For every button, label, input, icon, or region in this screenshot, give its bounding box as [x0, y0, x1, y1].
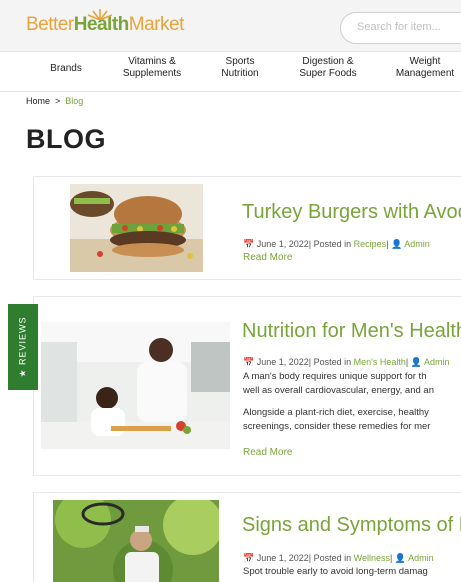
post-author-link[interactable]: Admin: [408, 553, 434, 563]
nav-item-digestion[interactable]: Digestion & Super Foods: [294, 56, 362, 80]
excerpt-line: Alongside a plant-rich diet, exercise, h…: [243, 407, 429, 418]
calendar-icon: 📅: [243, 553, 255, 563]
nav-label: Sports: [225, 56, 255, 67]
user-icon: 👤: [391, 239, 403, 249]
post-excerpt: Alongside a plant-rich diet, exercise, h…: [243, 406, 430, 434]
breadcrumb-separator: >: [55, 96, 61, 106]
post-excerpt: Spot trouble early to avoid long-term da…: [243, 565, 428, 579]
post-meta: 📅 June 1, 2022| Posted in Recipes| 👤 Adm…: [243, 239, 430, 249]
read-more-link[interactable]: Read More: [243, 447, 292, 458]
posted-in-label: | Posted in: [308, 357, 352, 367]
post-title-link[interactable]: Turkey Burgers with Avoc: [242, 201, 461, 224]
post-meta: 📅 June 1, 2022| Posted in Men's Health| …: [243, 357, 450, 367]
nav-label: Supplements: [122, 68, 182, 79]
post-image-turkey-burger[interactable]: [70, 184, 203, 272]
reviews-tab-button[interactable]: ★ REVIEWS: [8, 304, 38, 390]
reviews-tab-label: ★ REVIEWS: [17, 316, 28, 378]
posted-in-label: | Posted in: [308, 239, 352, 249]
nav-item-vitamins[interactable]: Vitamins & Supplements: [116, 56, 188, 80]
nav-label: Brands: [50, 63, 82, 74]
nav-label: Digestion &: [302, 56, 354, 67]
logo-text-better: Better: [26, 14, 74, 35]
user-icon: 👤: [394, 553, 407, 563]
logo-text-market: Market: [128, 14, 185, 35]
breadcrumb-current: Blog: [65, 96, 84, 106]
read-more-link[interactable]: Read More: [243, 252, 292, 263]
post-meta: 📅 June 1, 2022| Posted in Wellness| 👤 Ad…: [243, 553, 434, 563]
excerpt-line: Spot trouble early to avoid long-term da…: [243, 566, 428, 577]
nav-item-sports[interactable]: Sports Nutrition: [212, 56, 268, 80]
sun-logo-icon: [85, 8, 115, 20]
calendar-icon: 📅: [243, 357, 255, 367]
nav-item-weight[interactable]: Weight Management: [390, 56, 460, 80]
post-author-link[interactable]: Admin: [424, 357, 450, 367]
posted-in-label: | Posted in: [308, 553, 352, 563]
main-nav: Brands Vitamins & Supplements Sports Nut…: [0, 52, 461, 92]
post-category-link[interactable]: Men's Health: [354, 357, 406, 367]
post-title-link[interactable]: Signs and Symptoms of L: [242, 514, 461, 537]
post-date: June 1, 2022: [256, 553, 309, 563]
post-author-link[interactable]: Admin: [404, 239, 430, 249]
nav-label: Weight: [409, 56, 441, 67]
nav-label: Super Foods: [299, 68, 357, 79]
post-image-cyclist[interactable]: [53, 500, 219, 582]
post-date: June 1, 2022: [256, 239, 309, 249]
calendar-icon: 📅: [243, 239, 255, 249]
excerpt-line: A man's body requires unique support for…: [243, 371, 427, 382]
nav-label: Nutrition: [221, 68, 259, 79]
excerpt-line: well as overall cardiovascular, energy, …: [243, 385, 434, 396]
breadcrumb-home[interactable]: Home: [26, 96, 50, 106]
nav-item-brands[interactable]: Brands: [44, 63, 88, 75]
nav-label: Management: [395, 68, 455, 79]
user-icon: 👤: [410, 357, 422, 367]
post-date: June 1, 2022: [256, 357, 309, 367]
excerpt-line: screenings, consider these remedies for …: [243, 421, 431, 432]
site-logo[interactable]: BetterHealthMarket: [26, 9, 185, 36]
search-input[interactable]: Search for item...: [340, 12, 461, 44]
nav-label: Vitamins &: [128, 56, 176, 67]
site-header: BetterHealthMarket Search for item...: [0, 0, 461, 52]
post-title-link[interactable]: Nutrition for Men's Health: [242, 320, 461, 343]
post-category-link[interactable]: Recipes: [354, 239, 387, 249]
post-excerpt: A man's body requires unique support for…: [243, 370, 434, 398]
breadcrumb: Home > Blog: [26, 96, 83, 106]
post-image-men-health[interactable]: [41, 322, 230, 449]
page-title: BLOG: [26, 124, 106, 154]
post-category-link[interactable]: Wellness: [354, 553, 390, 563]
search-placeholder: Search for item...: [357, 21, 441, 33]
